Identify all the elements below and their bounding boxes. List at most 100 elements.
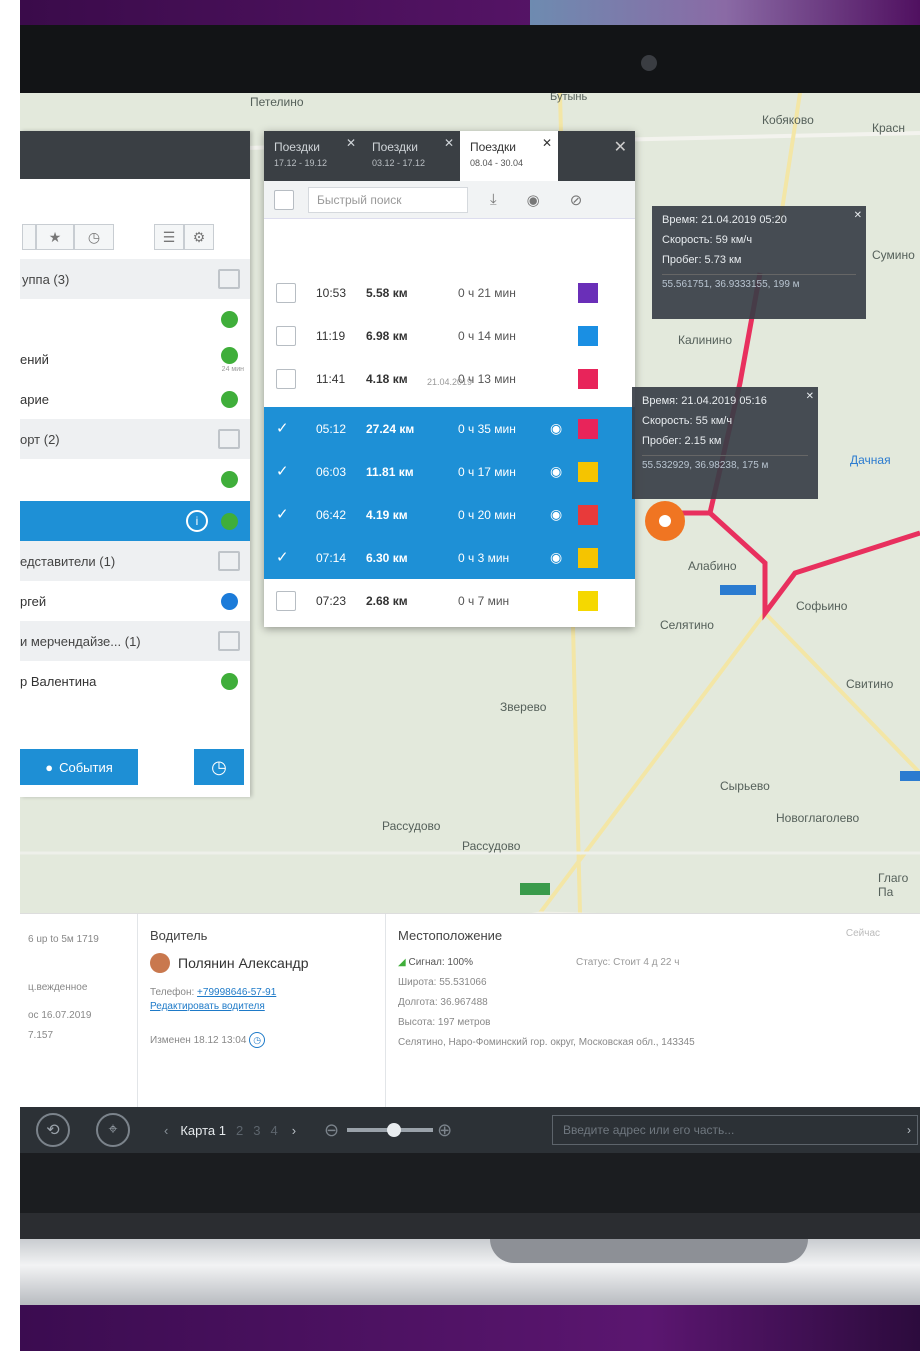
- info-icon[interactable]: i: [186, 510, 208, 532]
- trip-color-swatch[interactable]: [578, 504, 598, 525]
- close-tab-icon[interactable]: ✕: [346, 135, 356, 151]
- zoom-out-icon[interactable]: ⊖: [324, 1120, 339, 1141]
- trip-checkbox[interactable]: [276, 282, 296, 303]
- trip-color-swatch[interactable]: [578, 590, 598, 611]
- tab-trips-1[interactable]: Поездки 17.12 - 19.12 ✕: [264, 131, 362, 181]
- zoom-in-icon[interactable]: ⊕: [437, 1120, 452, 1141]
- eye-icon[interactable]: ◉: [550, 420, 562, 437]
- history-button[interactable]: ◷: [194, 749, 244, 785]
- time-badge: 24 мин: [221, 366, 244, 373]
- zoom-slider-handle[interactable]: [387, 1123, 402, 1137]
- object-row[interactable]: ений 24 мин: [20, 339, 250, 379]
- prev-map-button[interactable]: ‹: [164, 1123, 168, 1138]
- history-icon[interactable]: ◷: [249, 1032, 266, 1048]
- eye-icon[interactable]: ◉: [550, 463, 562, 480]
- tab-trips-2[interactable]: Поездки 03.12 - 17.12 ✕: [362, 131, 460, 181]
- trip-row[interactable]: ✓ 07:14 6.30 км 0 ч 3 мин ◉: [264, 536, 635, 579]
- eye-icon[interactable]: ◉: [550, 549, 562, 566]
- star-filter-icon[interactable]: ★: [36, 224, 74, 250]
- group-row[interactable]: и мерчендайзе... (1): [20, 621, 250, 661]
- group-row[interactable]: орт (2): [20, 419, 250, 459]
- trip-row[interactable]: 11:19 6.98 км 0 ч 14 мин: [264, 314, 635, 357]
- tab-trips-3[interactable]: Поездки 08.04 - 30.04 ✕: [460, 131, 558, 181]
- trip-distance: 5.58 км: [366, 285, 408, 300]
- download-icon[interactable]: ⤓: [490, 191, 497, 208]
- clock-filter-icon[interactable]: ◷: [74, 224, 114, 250]
- trip-row[interactable]: 07:23 2.68 км 0 ч 7 мин: [264, 579, 635, 622]
- chat-icon[interactable]: [218, 269, 240, 289]
- tab-range: 03.12 - 17.12: [372, 158, 426, 168]
- trip-color-swatch[interactable]: [578, 547, 598, 568]
- share-icon[interactable]: ⟲: [36, 1113, 70, 1147]
- location-pin-icon[interactable]: ⌖: [96, 1113, 130, 1147]
- trip-color-swatch[interactable]: [578, 325, 598, 346]
- tooltip-coords: 55.561751, 36.9333155, 199 м: [662, 274, 856, 295]
- quick-search-input[interactable]: Быстрый поиск: [308, 186, 468, 213]
- close-icon[interactable]: ✕: [614, 137, 627, 157]
- trip-checkbox[interactable]: [276, 325, 296, 346]
- map-page[interactable]: 3: [253, 1123, 260, 1138]
- close-tab-icon[interactable]: ✕: [444, 135, 454, 151]
- status-online-icon: [221, 512, 238, 530]
- now-tab[interactable]: Сейчас: [846, 928, 880, 939]
- object-row[interactable]: [20, 459, 250, 499]
- status-online-icon: [221, 672, 238, 690]
- search-placeholder: Быстрый поиск: [317, 192, 402, 207]
- hide-eye-icon[interactable]: ⊘: [570, 191, 583, 209]
- trip-row[interactable]: 10:53 5.58 км 0 ч 21 мин: [264, 271, 635, 314]
- events-button[interactable]: ● События: [20, 749, 138, 785]
- filter-button[interactable]: [22, 224, 36, 250]
- trip-checkbox[interactable]: ✓: [276, 548, 296, 568]
- select-all-checkbox[interactable]: [274, 189, 294, 210]
- location-column: Местоположение ◢ Сигнал: 100% Статус: Сто…: [386, 914, 920, 1108]
- trip-row[interactable]: ✓ 06:42 4.19 км 0 ч 20 мин ◉: [264, 493, 635, 536]
- eye-icon[interactable]: ◉: [550, 506, 562, 523]
- tooltip-speed: Скорость: 59 км/ч: [662, 234, 753, 246]
- chat-icon[interactable]: [218, 631, 240, 651]
- object-label: арие: [20, 391, 49, 407]
- zoom-slider[interactable]: [347, 1123, 434, 1137]
- object-label: ений: [20, 351, 49, 367]
- trip-color-swatch[interactable]: [578, 418, 598, 439]
- trip-row[interactable]: ✓ 06:03 11.81 км 0 ч 17 мин ◉: [264, 450, 635, 493]
- edit-driver-link[interactable]: Редактировать водителя: [150, 997, 373, 1017]
- tooltip-mileage: Пробег: 5.73 км: [662, 254, 742, 266]
- point-tooltip: Время: 21.04.2019 05:16 Скорость: 55 км/…: [632, 387, 818, 499]
- eye-icon[interactable]: ◉: [527, 191, 540, 209]
- address-search-input[interactable]: Введите адрес или его часть... ›: [552, 1115, 918, 1145]
- trip-color-swatch[interactable]: [578, 282, 598, 303]
- map-label: Калинино: [678, 333, 732, 347]
- trip-checkbox[interactable]: ✓: [276, 462, 296, 482]
- close-icon[interactable]: ✕: [854, 206, 862, 226]
- object-row[interactable]: р Валентина: [20, 661, 250, 701]
- settings-icon[interactable]: ⚙: [184, 224, 214, 250]
- info-text: 6 up to 5м 1719: [28, 934, 99, 945]
- close-icon[interactable]: ✕: [806, 387, 814, 407]
- map-page[interactable]: 2: [236, 1123, 243, 1138]
- trip-checkbox[interactable]: [276, 590, 296, 611]
- map-page[interactable]: 4: [270, 1123, 277, 1138]
- address-go-button[interactable]: ›: [907, 1123, 911, 1137]
- object-row[interactable]: арие: [20, 379, 250, 419]
- longitude-text: Долгота: 36.967488: [398, 997, 488, 1008]
- chat-icon[interactable]: [218, 551, 240, 571]
- trip-distance: 4.19 км: [366, 507, 408, 522]
- map-selector[interactable]: Карта 1: [180, 1123, 226, 1138]
- object-row[interactable]: [20, 299, 250, 339]
- trip-checkbox[interactable]: ✓: [276, 505, 296, 525]
- status-online-icon: [221, 347, 238, 364]
- close-tab-icon[interactable]: ✕: [542, 135, 552, 151]
- chat-icon[interactable]: [218, 429, 240, 449]
- next-map-button[interactable]: ›: [292, 1123, 296, 1138]
- group-row[interactable]: уппа (3): [20, 259, 250, 299]
- trip-row[interactable]: ✓ 05:12 27.24 км 0 ч 35 мин ◉: [264, 407, 635, 450]
- trip-time: 10:53: [316, 285, 347, 300]
- trip-color-swatch[interactable]: [578, 461, 598, 482]
- avatar: [150, 953, 170, 973]
- trip-checkbox[interactable]: ✓: [276, 419, 296, 439]
- list-view-icon[interactable]: ☰: [154, 224, 184, 250]
- object-row-selected[interactable]: i: [20, 501, 250, 541]
- object-row[interactable]: ргей: [20, 581, 250, 621]
- map-label: Петелино: [250, 95, 304, 109]
- group-row[interactable]: едставители (1): [20, 541, 250, 581]
